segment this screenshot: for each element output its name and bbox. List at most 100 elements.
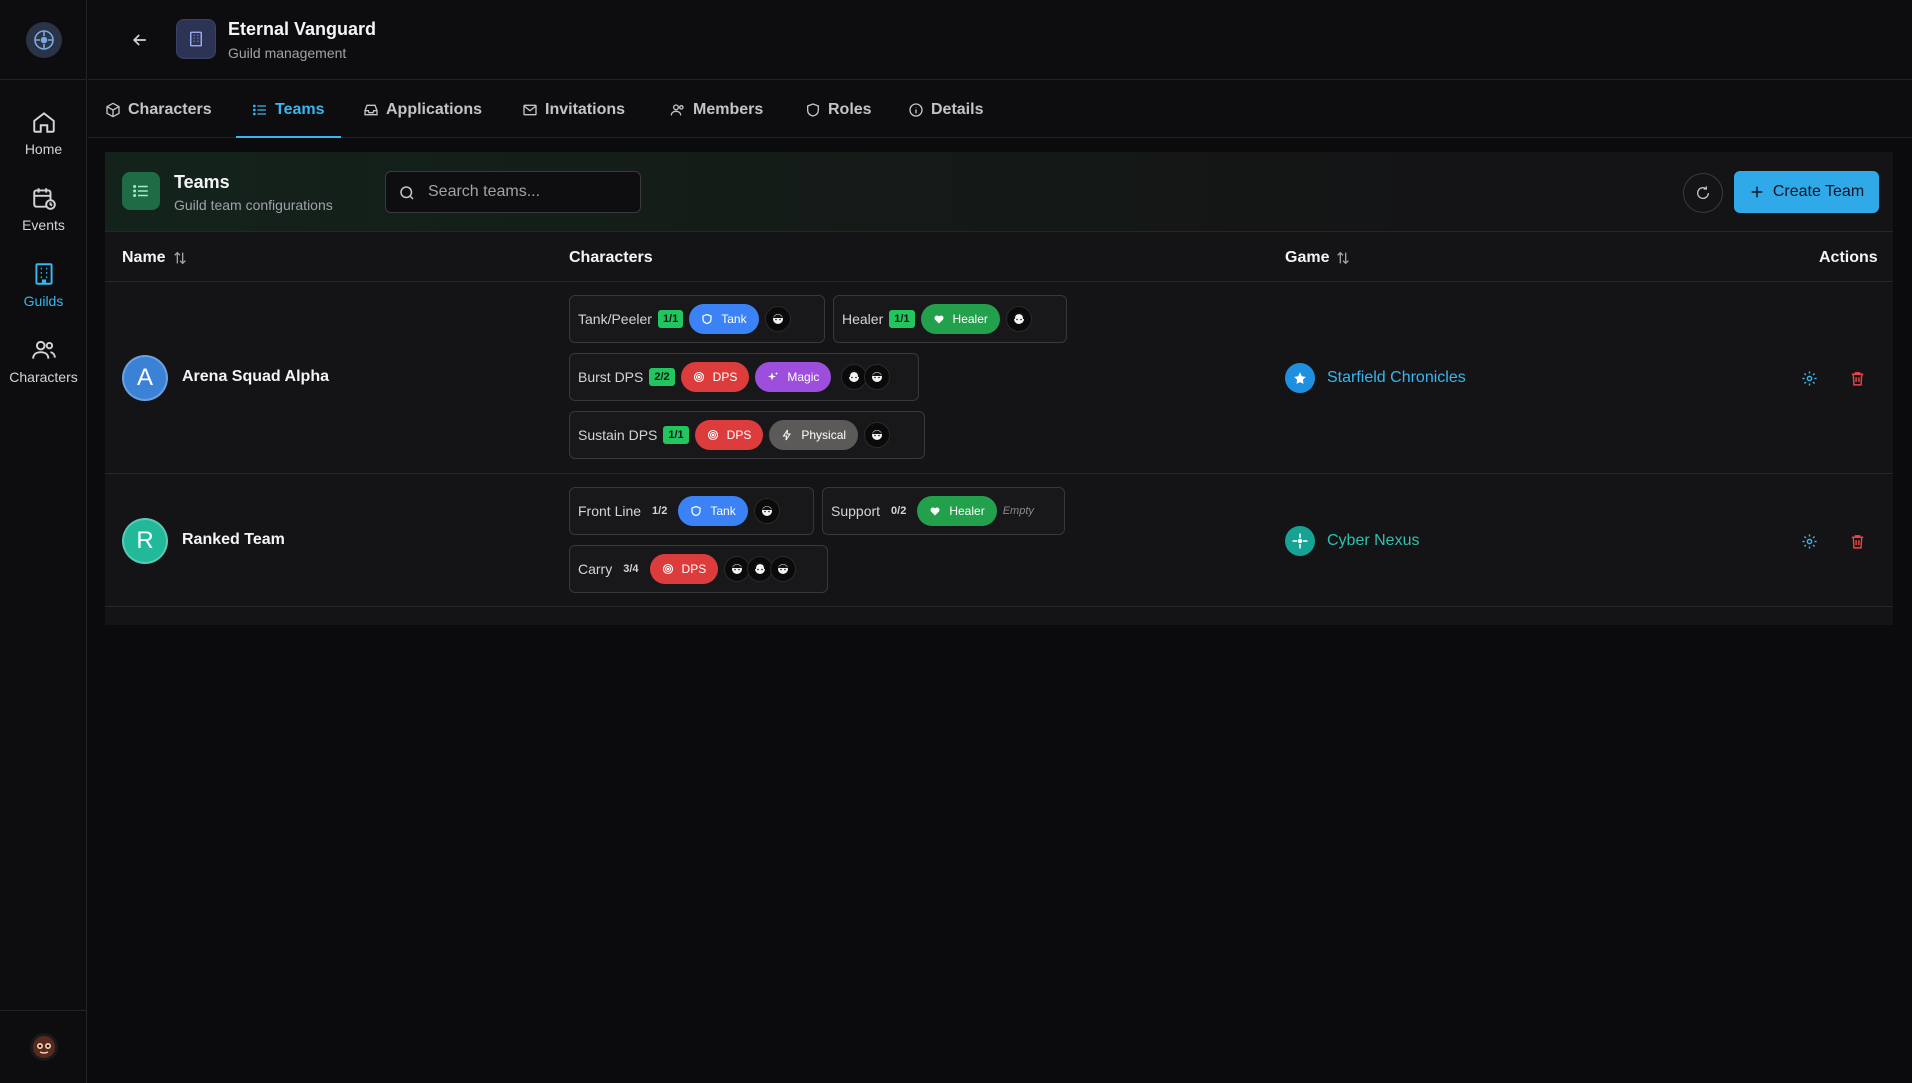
tab-members-label: Members [693, 100, 764, 118]
character-avatar[interactable] [1005, 306, 1032, 332]
game-link[interactable]: Starfield Chronicles [1285, 363, 1466, 393]
role-tag-healer: Healer [917, 496, 997, 526]
slot-characters [1005, 306, 1032, 332]
tab-roles[interactable]: Roles [805, 81, 872, 138]
refresh-icon [1697, 186, 1710, 199]
role-tag-dps: DPS [649, 554, 719, 584]
info-icon [909, 102, 923, 117]
bolt-icon [782, 429, 792, 441]
team-avatar: R [122, 518, 168, 564]
heart-icon [934, 315, 944, 324]
sidebar: Home Events Guilds Characters [0, 0, 87, 1083]
panel-header: Teams Guild team configurations Create T… [105, 152, 1893, 232]
role-tag-healer: Healer [920, 304, 1000, 334]
tab-bar: Characters Teams Applications Invitation… [88, 81, 1912, 138]
delete-button[interactable] [1846, 530, 1868, 552]
divider [105, 473, 1893, 474]
team-slot[interactable]: Carry 3/4 DPS [569, 545, 828, 593]
nav-home[interactable]: Home [0, 98, 87, 168]
role-tag-label: DPS [681, 562, 707, 576]
slot-count: 1/1 [663, 426, 689, 444]
column-game-label: Game [1285, 249, 1330, 266]
building-icon [190, 31, 202, 47]
tab-details[interactable]: Details [908, 81, 983, 138]
divider [105, 606, 1893, 607]
panel-subtitle: Guild team configurations [174, 197, 333, 213]
role-tag-dps: DPS [680, 362, 750, 392]
list-icon [253, 104, 266, 115]
slot-count: 0/2 [891, 505, 907, 517]
character-avatar[interactable] [764, 306, 791, 332]
nav-events[interactable]: Events [0, 174, 87, 244]
tab-teams[interactable]: Teams [236, 81, 340, 138]
settings-button[interactable] [1798, 367, 1820, 389]
slot-count: 2/2 [649, 368, 675, 386]
nav-characters[interactable]: Characters [0, 326, 87, 396]
target-icon [662, 563, 673, 575]
nav-events-label: Events [22, 217, 65, 233]
team-slot[interactable]: Front Line 1/2 Tank [569, 487, 814, 535]
page-subtitle: Guild management [228, 45, 347, 61]
nav-guilds[interactable]: Guilds [0, 250, 87, 320]
users-icon [31, 340, 56, 359]
team-name: Arena Squad Alpha [182, 368, 329, 385]
star-icon [1285, 363, 1315, 393]
tab-characters[interactable]: Characters [105, 81, 212, 138]
search-field [385, 171, 641, 213]
search-input[interactable] [428, 183, 628, 201]
sort-icon [173, 251, 186, 265]
column-name-label: Name [122, 249, 166, 266]
team-slot[interactable]: Tank/Peeler 1/1 Tank [569, 295, 825, 343]
tab-members[interactable]: Members [670, 81, 763, 138]
slot-characters [764, 306, 791, 332]
plus-icon [1751, 186, 1763, 198]
delete-button[interactable] [1846, 367, 1868, 389]
tab-applications[interactable]: Applications [363, 81, 482, 138]
page-title: Eternal Vanguard [228, 19, 377, 39]
slot-count: 1/2 [652, 505, 668, 517]
refresh-button[interactable] [1683, 173, 1723, 213]
panel-title: Teams [174, 172, 230, 192]
game-link[interactable]: Cyber Nexus [1285, 526, 1419, 556]
team-slot[interactable]: Burst DPS 2/2 DPS Magic [569, 353, 919, 401]
arrow-left-icon [132, 34, 146, 46]
column-header-name[interactable]: Name [122, 249, 188, 267]
back-button[interactable] [126, 26, 154, 54]
trash-icon [1851, 534, 1863, 549]
slot-characters [841, 364, 891, 390]
team-slot[interactable]: Healer 1/1 Healer [833, 295, 1067, 343]
character-avatar[interactable] [753, 498, 780, 524]
settings-button[interactable] [1798, 530, 1820, 552]
slot-characters [724, 556, 797, 582]
column-header-game[interactable]: Game [1285, 249, 1351, 267]
column-header-characters: Characters [569, 249, 653, 267]
tab-details-label: Details [931, 100, 984, 118]
user-menu[interactable] [0, 1010, 87, 1083]
nav-home-label: Home [24, 141, 63, 157]
avatar [29, 1033, 58, 1061]
slot-name: Carry [578, 561, 613, 577]
character-avatar[interactable] [864, 422, 891, 448]
trash-icon [1851, 371, 1863, 386]
game-name: Cyber Nexus [1327, 532, 1420, 549]
slot-name: Burst DPS [578, 369, 644, 385]
sort-icon [1337, 251, 1350, 265]
shield-icon [691, 505, 701, 517]
nav-guilds-label: Guilds [23, 293, 64, 309]
heart-icon [930, 507, 940, 516]
tab-invitations[interactable]: Invitations [522, 81, 625, 138]
nav-characters-label: Characters [9, 369, 78, 385]
slot-count: 1/1 [657, 310, 684, 328]
team-slot[interactable]: Sustain DPS 1/1 DPS Physical [569, 411, 925, 459]
target-icon [707, 429, 718, 441]
game-name: Starfield Chronicles [1327, 369, 1466, 386]
team-slot[interactable]: Support 0/2 Healer Empty [822, 487, 1065, 535]
create-team-button[interactable]: Create Team [1734, 171, 1879, 213]
character-avatar[interactable] [864, 364, 891, 390]
character-avatar[interactable] [770, 556, 797, 582]
gear-icon [1801, 533, 1817, 549]
app-logo[interactable] [0, 0, 87, 80]
target-icon [693, 371, 704, 383]
slot-count: 1/1 [889, 310, 915, 328]
tab-characters-label: Characters [128, 100, 212, 118]
